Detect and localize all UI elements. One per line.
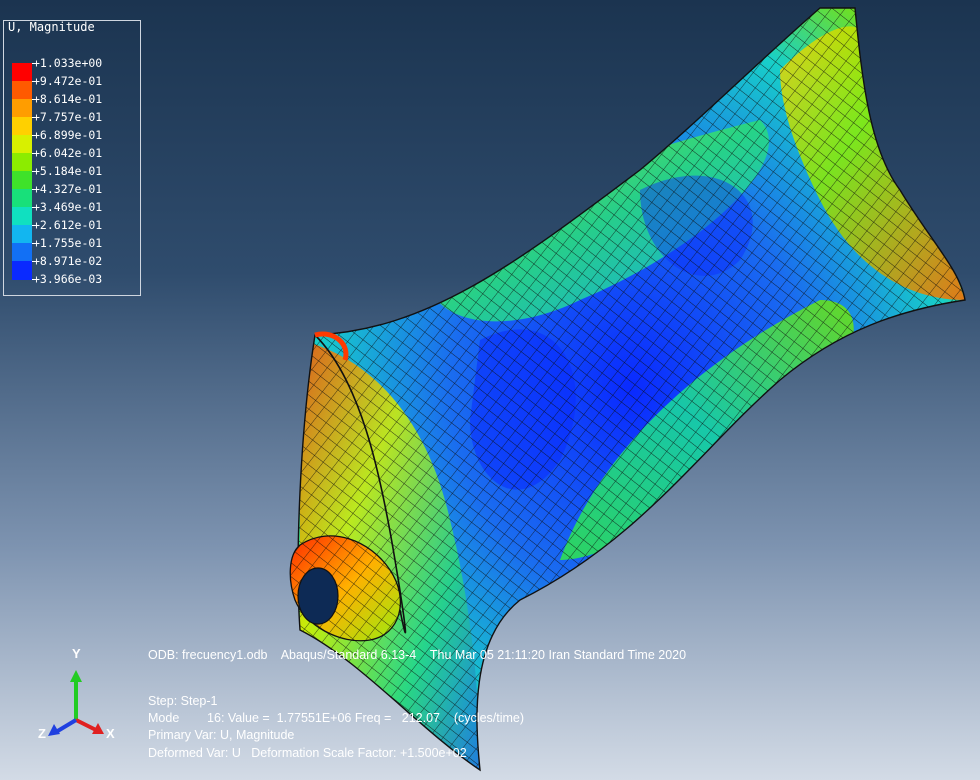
- deformed-mesh-contour-plot: [289, 7, 966, 772]
- legend-value-label: +7.757e-01: [33, 110, 103, 124]
- legend-color-band: [12, 171, 32, 190]
- legend-value-label: +1.033e+00: [33, 56, 103, 70]
- legend-value-label: +1.755e-01: [33, 236, 103, 250]
- legend-color-band: [12, 117, 32, 136]
- legend-value-label: +6.042e-01: [33, 146, 103, 160]
- legend-value-label: +3.469e-01: [33, 200, 103, 214]
- legend-value-label: +9.472e-01: [33, 74, 103, 88]
- legend-value-label: +5.184e-01: [33, 164, 103, 178]
- twisted-tube-body: [297, 7, 966, 772]
- legend-color-band: [12, 63, 32, 82]
- triad-x-label: X: [106, 726, 115, 741]
- triad-axes-icon: [48, 670, 104, 736]
- legend-value-label: +8.971e-02: [33, 254, 103, 268]
- legend-value-label: +2.612e-01: [33, 218, 103, 232]
- triad-z-label: Z: [38, 726, 46, 741]
- legend-color-band: [12, 261, 32, 280]
- legend-color-band: [12, 81, 32, 100]
- legend-color-band: [12, 225, 32, 244]
- legend-color-band: [12, 153, 32, 172]
- legend-value-label: +4.327e-01: [33, 182, 103, 196]
- legend-value-label: +8.614e-01: [33, 92, 103, 106]
- legend-title: U, Magnitude: [8, 20, 95, 34]
- legend-color-band: [12, 189, 32, 208]
- step-info-line: Step: Step-1: [148, 694, 218, 708]
- legend-color-band: [12, 207, 32, 226]
- deformed-var-line: Deformed Var: U Deformation Scale Factor…: [148, 746, 467, 760]
- legend-value-label: +3.966e-03: [33, 272, 103, 286]
- model-viewport[interactable]: U, Magnitude ODB: frecuency1.odb Abaqus/…: [0, 0, 980, 780]
- legend-color-band: [12, 99, 32, 118]
- legend-value-label: +6.899e-01: [33, 128, 103, 142]
- odb-info-line: ODB: frecuency1.odb Abaqus/Standard 6.13…: [148, 648, 687, 662]
- primary-var-line: Primary Var: U, Magnitude: [148, 728, 295, 742]
- mode-info-line: Mode 16: Value = 1.77551E+06 Freq = 212.…: [148, 711, 525, 725]
- legend-color-bar: [12, 63, 38, 280]
- triad-y-label: Y: [72, 646, 81, 661]
- legend-color-band: [12, 135, 32, 154]
- legend-color-band: [12, 243, 32, 262]
